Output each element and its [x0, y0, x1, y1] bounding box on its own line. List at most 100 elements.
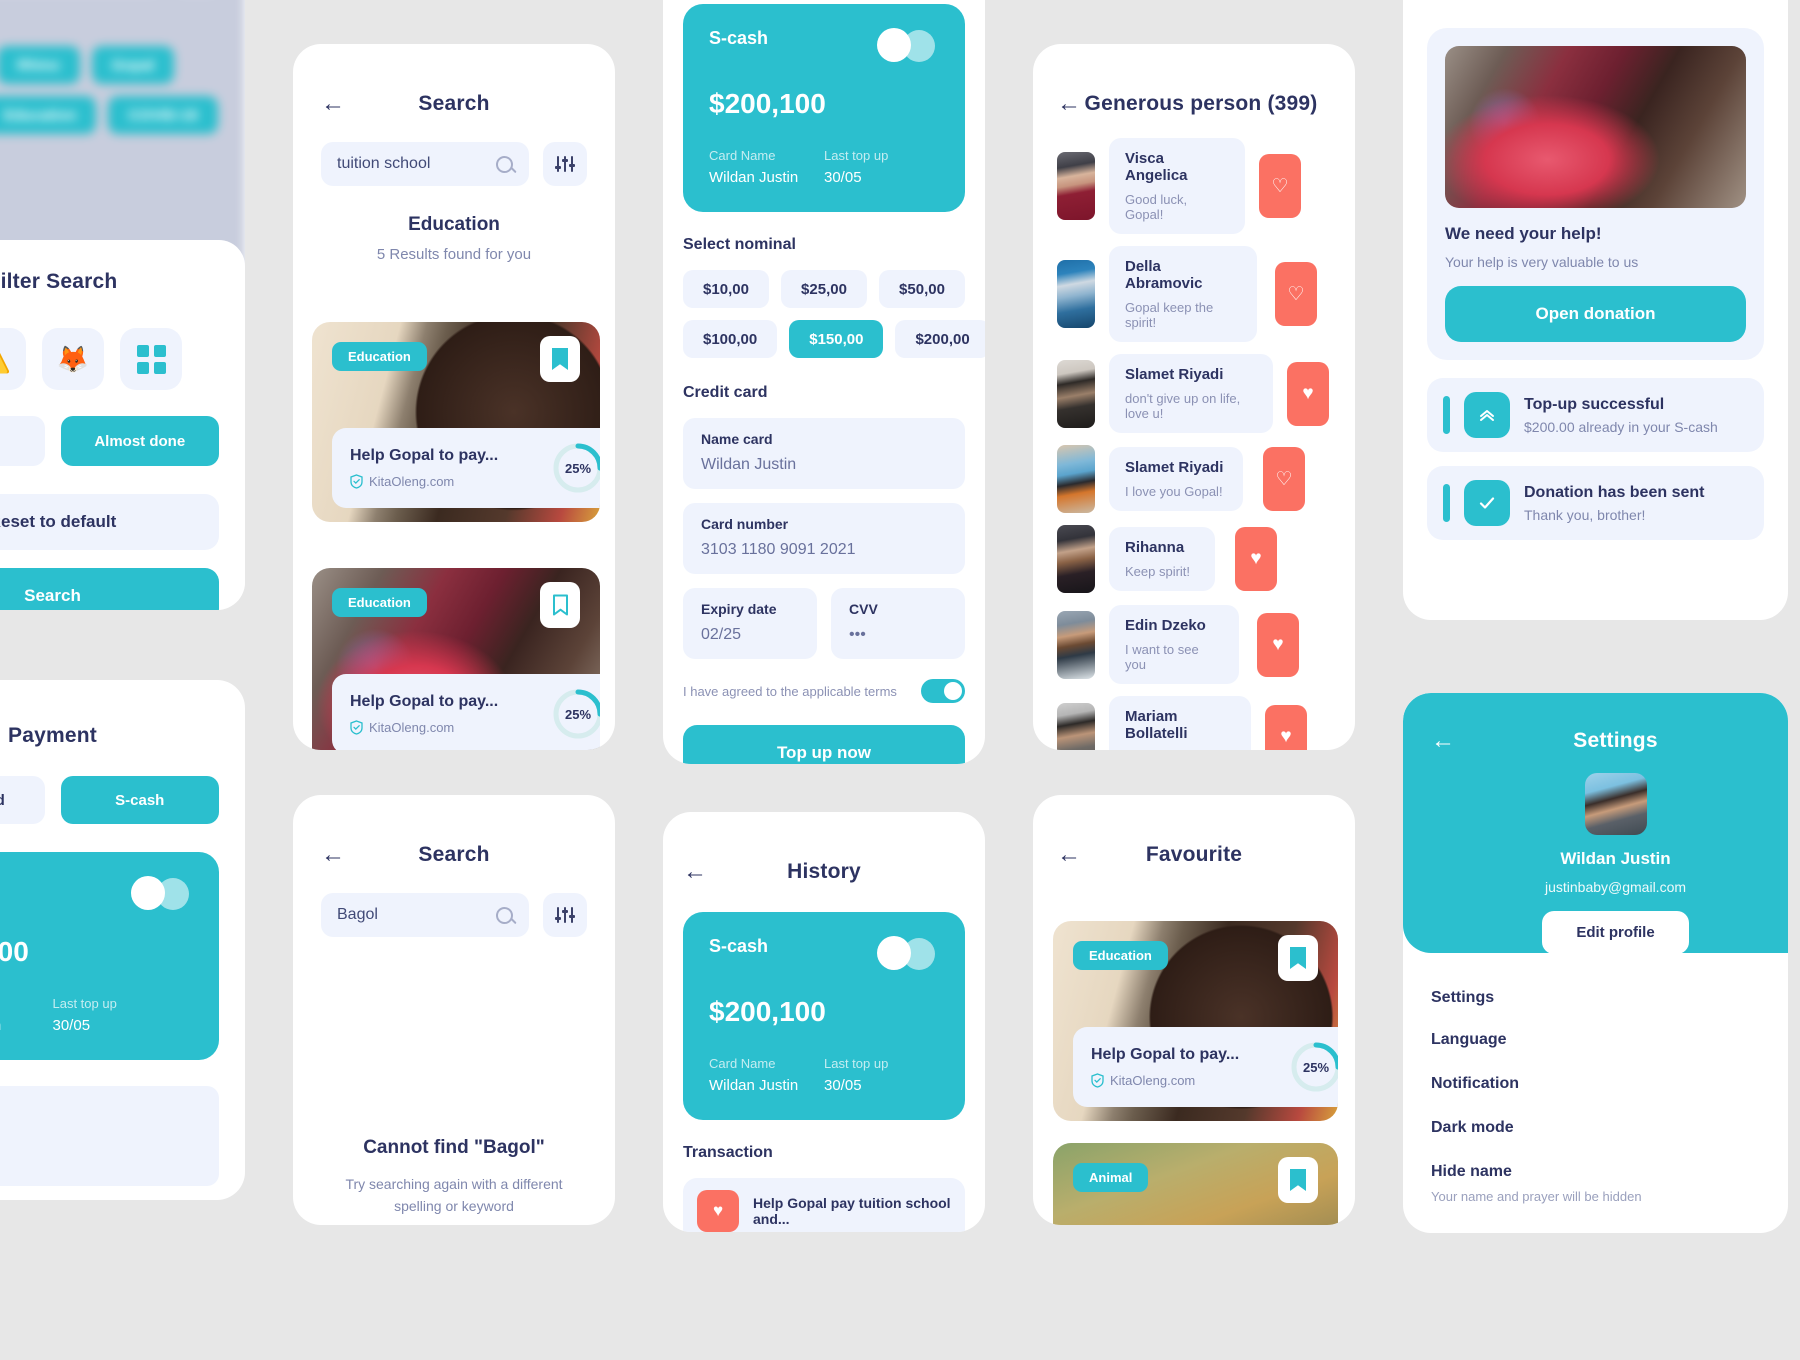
topup-card-toggle[interactable] [877, 28, 939, 62]
like-button[interactable]: ♥ [1257, 612, 1299, 677]
settings-item-hide-name[interactable]: Hide name [1431, 1163, 1760, 1181]
filter-sort-almost-done[interactable]: Almost done [60, 416, 219, 466]
payment-note-field[interactable]: Note Write here [0, 1086, 219, 1186]
edit-profile-button[interactable]: Edit profile [1542, 911, 1689, 954]
favourite-card[interactable]: Animal [1053, 1143, 1338, 1225]
filter-category-fox[interactable]: 🦊 [42, 328, 104, 390]
like-button[interactable]: ♡ [1263, 447, 1305, 511]
nominal-option[interactable]: $100,00 [683, 320, 778, 358]
payment-card-amount: $200,100 [0, 936, 29, 967]
payment-card-toggle[interactable] [131, 876, 193, 910]
list-item[interactable]: Visca Angelica Good luck, Gopal! ♡ [1057, 138, 1331, 234]
bookmark-icon [1290, 947, 1306, 969]
back-arrow-icon[interactable]: ← [683, 860, 707, 884]
list-item[interactable]: Edin Dzeko I want to see you ♥ [1057, 605, 1331, 684]
list-item[interactable]: Della Abramovic Gopal keep the spirit! ♡ [1057, 246, 1331, 342]
favourite-panel: ← Favourite Education Help Gopal to pay.… [1033, 795, 1355, 1225]
nominal-option[interactable]: $50,00 [879, 270, 965, 308]
generous-person-panel: ← Generous person (399) Visca Angelica G… [1033, 44, 1355, 750]
search-input[interactable]: tuition school [321, 142, 529, 186]
list-item[interactable]: Slamet Riyadi I love you Gopal! ♡ [1057, 445, 1331, 513]
search-empty-title: Search [418, 843, 490, 866]
back-arrow-icon[interactable]: ← [321, 843, 345, 867]
search-icon [496, 906, 513, 924]
payment-method-credit-card[interactable]: Credit card [0, 776, 45, 824]
backdrop-chip[interactable]: COVID-19 [108, 96, 218, 134]
bookmark-button[interactable] [540, 336, 580, 382]
open-donation-button[interactable]: Open donation [1445, 286, 1746, 342]
filter-category-apps[interactable] [120, 328, 182, 390]
filter-category-warning[interactable]: ⚠️ [0, 328, 26, 390]
bookmark-button[interactable] [540, 582, 580, 628]
generous-title: Generous person (399) [1084, 92, 1318, 115]
cvv-value: ••• [849, 626, 866, 643]
expiry-date-field[interactable]: Expiry date 02/25 [683, 588, 817, 659]
filter-sort-latest[interactable]: Latest [0, 416, 45, 466]
backdrop-foundation-label: Foundation [0, 154, 219, 172]
back-arrow-icon[interactable]: ← [1057, 92, 1081, 116]
person-message: Good luck, Gopal! [1125, 192, 1188, 222]
name-card-field[interactable]: Name card Wildan Justin [683, 418, 965, 489]
mockup-board: Gopal here Search Disaster Rhino Gopal Q… [0, 0, 1800, 1360]
search-filter-button[interactable] [543, 142, 587, 186]
cvv-field[interactable]: CVV ••• [831, 588, 965, 659]
search-empty-panel: ← Search Bagol Cannot find "Bagol" Try s… [293, 795, 615, 1225]
history-card-toggle[interactable] [877, 936, 939, 970]
list-item[interactable]: Slamet Riyadi don't give up on life, lov… [1057, 354, 1331, 433]
favourite-source: KitaOleng.com [1110, 1073, 1196, 1088]
result-card[interactable]: Education Help Gopal to pay... KitaOleng… [312, 322, 600, 522]
like-button[interactable]: ♡ [1259, 154, 1301, 218]
backdrop-chip[interactable]: Rhino [0, 46, 80, 84]
bookmark-button[interactable] [1278, 1157, 1318, 1203]
check-icon [1464, 480, 1510, 526]
settings-panel: ← Settings Wildan Justin justinbaby@gmai… [1403, 693, 1788, 1233]
favourite-percent: 25% [1302, 1059, 1330, 1075]
result-card[interactable]: Education Help Gopal to pay... KitaOleng… [312, 568, 600, 750]
nominal-option-selected[interactable]: $150,00 [789, 320, 884, 358]
heart-icon: ♥ [1272, 633, 1284, 655]
backdrop-chip[interactable]: Gopal [91, 46, 175, 84]
credit-card-label: Credit card [683, 384, 768, 401]
like-button[interactable]: ♥ [1235, 527, 1277, 591]
like-button[interactable]: ♥ [1265, 704, 1307, 750]
nominal-option[interactable]: $10,00 [683, 270, 769, 308]
card-number-field[interactable]: Card number 3103 1180 9091 2021 [683, 503, 965, 574]
favourite-title: Favourite [1145, 843, 1243, 866]
nominal-row-2: $100,00 $150,00 $200,00 [683, 320, 985, 358]
avatar [1057, 359, 1095, 428]
payment-panel: Payment Credit card S-cash S-cash $200,1… [0, 680, 245, 1200]
favourite-card[interactable]: Education Help Gopal to pay... KitaOleng… [1053, 921, 1338, 1121]
settings-item-language[interactable]: Language [1431, 1031, 1760, 1049]
filter-reset-button[interactable]: Reset to default [0, 494, 219, 550]
search-input-value: tuition school [337, 155, 431, 172]
terms-toggle[interactable] [921, 679, 965, 703]
transaction-row[interactable]: ♥ Help Gopal pay tuition school and... [683, 1178, 965, 1232]
search-input[interactable]: Bagol [321, 893, 529, 937]
card-number-value: 3103 1180 9091 2021 [701, 541, 856, 558]
list-item[interactable]: Mariam Bollatelli I want to help you! ♥ [1057, 696, 1331, 750]
like-button[interactable]: ♡ [1275, 262, 1317, 326]
back-arrow-icon[interactable]: ← [1431, 729, 1455, 753]
settings-item-dark-mode[interactable]: Dark mode [1431, 1119, 1760, 1137]
result-footer: Help Gopal to pay... KitaOleng.com 25% [332, 428, 600, 508]
notification-row[interactable]: Top-up successful $200.00 already in you… [1427, 378, 1764, 452]
promo-heading: We need your help! [1445, 224, 1602, 243]
back-arrow-icon[interactable]: ← [321, 92, 345, 116]
nominal-option[interactable]: $25,00 [781, 270, 867, 308]
settings-item-notification[interactable]: Notification [1431, 1075, 1760, 1093]
top-up-now-button[interactable]: Top up now [683, 725, 965, 764]
person-name: Visca Angelica [1125, 150, 1188, 184]
payment-method-s-cash[interactable]: S-cash [60, 776, 219, 824]
like-button[interactable]: ♥ [1287, 361, 1329, 426]
back-arrow-icon[interactable]: ← [1057, 843, 1081, 867]
backdrop-chip[interactable]: Education [0, 96, 97, 134]
bookmark-button[interactable] [1278, 935, 1318, 981]
warning-icon: ⚠️ [0, 344, 11, 375]
settings-section-label: Settings [1431, 989, 1495, 1006]
search-filter-button[interactable] [543, 893, 587, 937]
donation-panel: Donation We need your help! Your help is… [1403, 0, 1788, 620]
filter-search-button[interactable]: Search [0, 568, 219, 610]
notification-row[interactable]: Donation has been sent Thank you, brothe… [1427, 466, 1764, 540]
list-item[interactable]: Rihanna Keep spirit! ♥ [1057, 525, 1331, 593]
nominal-option[interactable]: $200,00 [895, 320, 985, 358]
